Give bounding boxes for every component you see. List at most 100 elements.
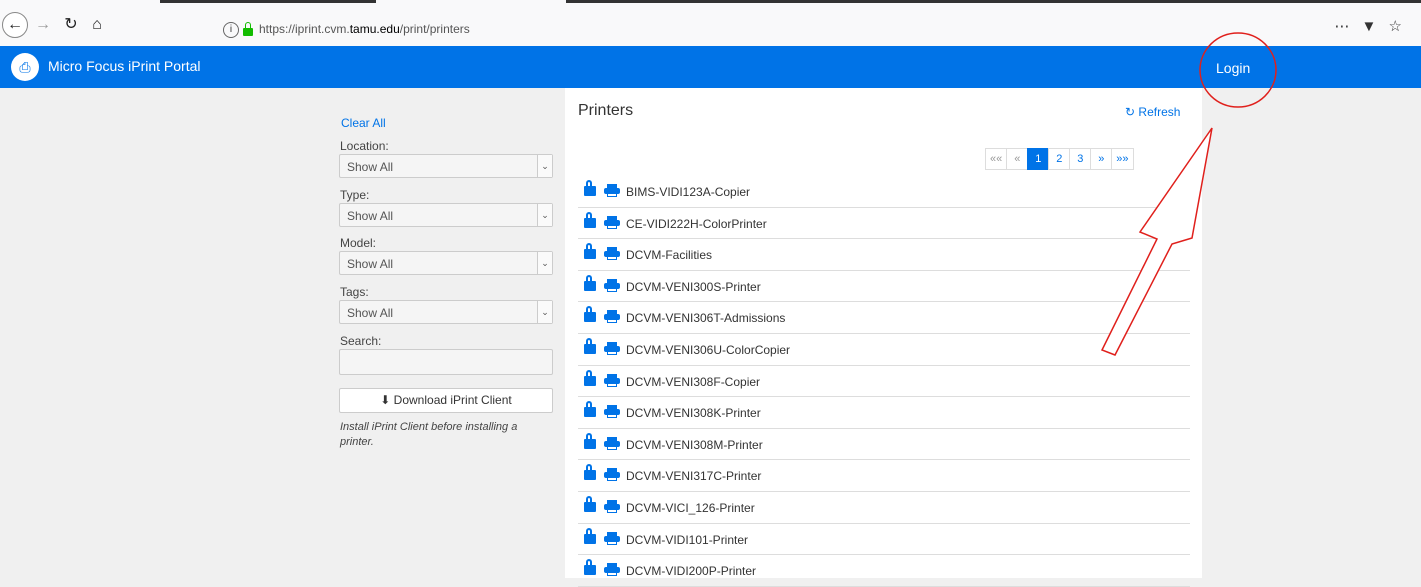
model-select[interactable]: Show All ⌄: [339, 251, 553, 275]
printer-icon: [604, 341, 620, 355]
forward-button[interactable]: →: [32, 14, 54, 36]
download-icon: ⬇: [380, 393, 391, 407]
printer-name[interactable]: DCVM-Facilities: [626, 248, 712, 262]
printer-row[interactable]: CE-VIDI222H-ColorPrinter: [578, 208, 1190, 240]
download-label: Download iPrint Client: [393, 393, 512, 407]
printer-icon: [604, 373, 620, 387]
url-prefix: https://iprint.cvm.: [259, 22, 350, 36]
printer-icon: [604, 247, 620, 261]
printer-icon: [604, 278, 620, 292]
lock-icon: [584, 464, 596, 481]
printer-name[interactable]: DCVM-VENI317C-Printer: [626, 469, 761, 483]
install-note: Install iPrint Client before installing …: [340, 421, 518, 448]
printer-name[interactable]: DCVM-VENI306U-ColorCopier: [626, 343, 790, 357]
reload-button[interactable]: ↻: [60, 14, 82, 36]
page-2-button[interactable]: 2: [1048, 148, 1071, 170]
back-button[interactable]: ←: [2, 12, 28, 38]
browser-toolbar: ← → ↻ ⌂ i https://iprint.cvm.tamu.edu/pri…: [0, 0, 1421, 47]
printer-icon: [604, 531, 620, 545]
model-label: Model:: [340, 236, 377, 250]
printer-name[interactable]: DCVM-VIDI101-Printer: [626, 533, 748, 547]
info-icon[interactable]: i: [223, 21, 239, 38]
printer-name[interactable]: DCVM-VENI308M-Printer: [626, 438, 763, 452]
printer-row[interactable]: DCVM-Facilities: [578, 239, 1190, 271]
app-title: Micro Focus iPrint Portal: [48, 58, 201, 74]
printer-name[interactable]: DCVM-VIDI200P-Printer: [626, 564, 756, 578]
search-label: Search:: [340, 334, 382, 348]
page-actions-icon[interactable]: ⋯: [1334, 18, 1353, 35]
next-page-button[interactable]: »: [1090, 148, 1113, 170]
app-header: ⎙ Micro Focus iPrint Portal Login: [0, 46, 1421, 88]
printer-icon: [604, 215, 620, 229]
printer-icon: [604, 436, 620, 450]
download-client-button[interactable]: ⬇ Download iPrint Client: [339, 388, 553, 413]
tab-indicator: [566, 0, 1421, 3]
home-button[interactable]: ⌂: [86, 14, 108, 36]
printer-row[interactable]: DCVM-VIDI101-Printer: [578, 524, 1190, 556]
printer-name[interactable]: DCVM-VENI300S-Printer: [626, 280, 761, 294]
refresh-button[interactable]: ↻ Refresh: [1125, 105, 1180, 119]
lock-icon: [584, 211, 596, 228]
url-path: /print/printers: [399, 22, 470, 36]
clear-all-link[interactable]: Clear All: [341, 116, 386, 130]
chevron-down-icon: ⌄: [537, 252, 552, 274]
printer-row[interactable]: BIMS-VIDI123A-Copier: [578, 176, 1190, 208]
printer-icon: [604, 310, 620, 324]
page-3-button[interactable]: 3: [1069, 148, 1092, 170]
type-value: Show All: [347, 209, 394, 223]
printer-name[interactable]: DCVM-VENI306T-Admissions: [626, 311, 785, 325]
printer-row[interactable]: DCVM-VENI306U-ColorCopier: [578, 334, 1190, 366]
location-value: Show All: [347, 160, 394, 174]
location-select[interactable]: Show All ⌄: [339, 154, 553, 178]
lock-icon: [584, 432, 596, 449]
lock-icon: [243, 21, 253, 36]
printer-logo-icon: ⎙: [11, 53, 39, 81]
printer-name[interactable]: DCVM-VICI_126-Printer: [626, 501, 755, 515]
printer-name[interactable]: DCVM-VENI308K-Printer: [626, 406, 761, 420]
lock-icon: [584, 180, 596, 196]
browser-tools: ⋯ ▼ ☆: [1334, 17, 1406, 35]
last-page-button[interactable]: »»: [1111, 148, 1134, 170]
printers-panel: Printers ↻ Refresh «« « 1 2 3 » »» BIMS-…: [565, 88, 1202, 587]
lock-icon: [584, 274, 596, 291]
url-bar[interactable]: i https://iprint.cvm.tamu.edu/print/print…: [205, 18, 1205, 40]
lock-icon: [584, 337, 596, 354]
login-link[interactable]: Login: [1216, 60, 1250, 76]
lock-icon: [584, 369, 596, 386]
printer-row[interactable]: DCVM-VENI306T-Admissions: [578, 302, 1190, 334]
lock-icon: [584, 401, 596, 418]
printer-row[interactable]: DCVM-VENI308M-Printer: [578, 429, 1190, 461]
url-domain: tamu.edu: [349, 22, 400, 36]
chevron-down-icon: ⌄: [537, 204, 552, 226]
type-label: Type:: [340, 188, 370, 202]
type-select[interactable]: Show All ⌄: [339, 203, 553, 227]
printer-icon: [604, 405, 620, 419]
printer-row[interactable]: DCVM-VENI300S-Printer: [578, 271, 1190, 303]
page-title: Printers: [578, 102, 634, 119]
printer-list: BIMS-VIDI123A-Copier CE-VIDI222H-ColorPri…: [578, 176, 1190, 587]
refresh-label: Refresh: [1138, 105, 1181, 119]
tags-label: Tags:: [340, 285, 369, 299]
printer-name[interactable]: BIMS-VIDI123A-Copier: [626, 185, 750, 199]
first-page-button[interactable]: ««: [985, 148, 1008, 170]
bookmark-star-icon[interactable]: ☆: [1389, 18, 1406, 35]
chevron-down-icon: ⌄: [537, 301, 552, 323]
printer-icon: [604, 184, 620, 197]
printer-row[interactable]: DCVM-VENI317C-Printer: [578, 460, 1190, 492]
pocket-icon[interactable]: ▼: [1362, 18, 1381, 35]
printer-name[interactable]: DCVM-VENI308F-Copier: [626, 375, 760, 389]
printer-row[interactable]: DCVM-VENI308F-Copier: [578, 366, 1190, 398]
search-input[interactable]: [339, 349, 553, 375]
lock-icon: [584, 495, 596, 512]
page-1-button[interactable]: 1: [1027, 148, 1050, 170]
lock-icon: [584, 243, 596, 260]
tags-select[interactable]: Show All ⌄: [339, 300, 553, 324]
model-value: Show All: [347, 257, 394, 271]
printer-icon: [604, 499, 620, 513]
printer-name[interactable]: CE-VIDI222H-ColorPrinter: [626, 217, 767, 231]
printer-row[interactable]: DCVM-VIDI200P-Printer: [578, 555, 1190, 587]
printer-row[interactable]: DCVM-VICI_126-Printer: [578, 492, 1190, 524]
lock-icon: [584, 306, 596, 323]
printer-row[interactable]: DCVM-VENI308K-Printer: [578, 397, 1190, 429]
prev-page-button[interactable]: «: [1006, 148, 1029, 170]
